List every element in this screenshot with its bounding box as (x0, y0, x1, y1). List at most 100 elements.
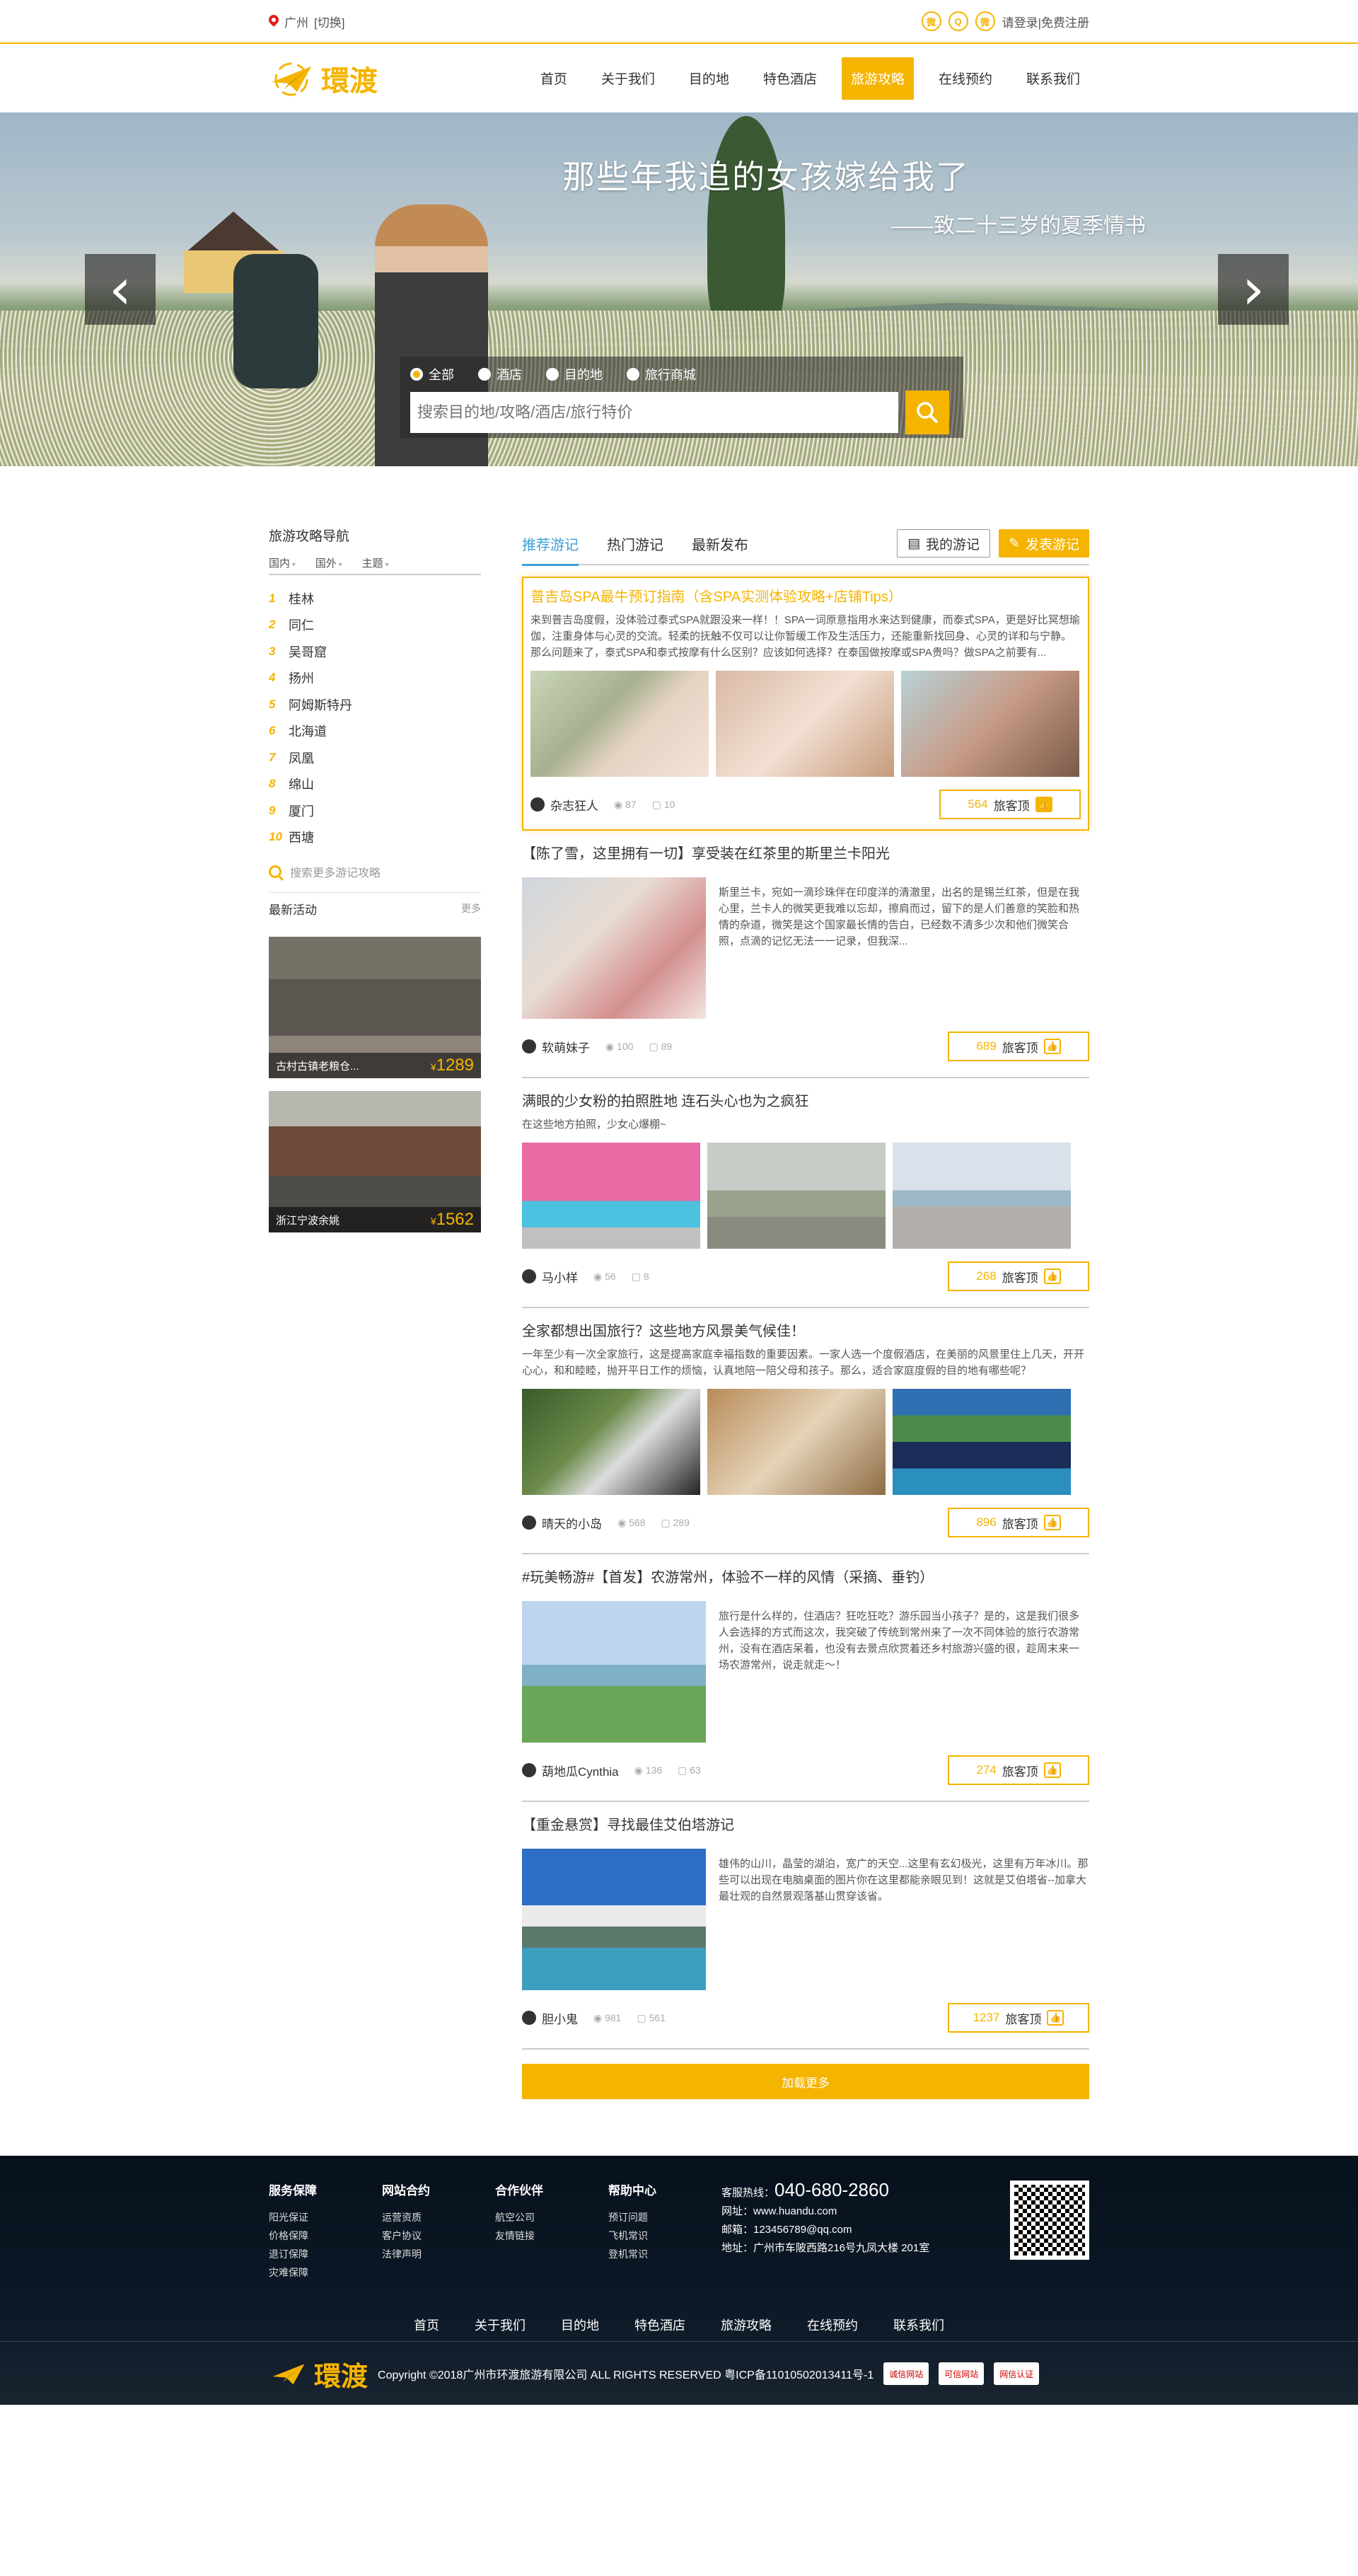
author-name[interactable]: 晴天的小岛 (542, 1514, 602, 1532)
load-more-button[interactable]: 加载更多 (522, 2064, 1089, 2099)
post-item[interactable]: 满眼的少女粉的拍照胜地 连石头心也为之疯狂 在这些地方拍照，少女心爆棚~ 马小样… (522, 1078, 1089, 1308)
footer-column-partners: 合作伙伴 航空公司 友情链接 (495, 2181, 608, 2282)
author-name[interactable]: 葫地瓜Cynthia (542, 1762, 619, 1779)
wechat-icon[interactable]: 微 (975, 11, 995, 31)
footer-link[interactable]: 退订保障 (269, 2245, 382, 2263)
post-item[interactable]: 全家都想出国旅行？这些地方风景美气候佳！ 一年至少有一次全家旅行，这是提高家庭幸… (522, 1308, 1089, 1554)
view-count: ◉ 56 (593, 1270, 616, 1282)
post-excerpt: 斯里兰卡，宛如一滴珍珠伴在印度洋的清澈里，出名的是锡兰红茶，但是在我心里，兰卡人… (719, 886, 1080, 947)
post-item[interactable]: #玩美畅游#【首发】农游常州，体验不一样的风情（采摘、垂钓） 旅行是什么样的，住… (522, 1554, 1089, 1802)
search-type-destination[interactable]: 目的地 (546, 365, 603, 383)
website-url: 网址：www.huandu.com (721, 2205, 837, 2217)
author-name[interactable]: 马小样 (542, 1268, 578, 1286)
post-item[interactable]: 【陈了雪，这里拥有一切】享受装在红茶里的斯里兰卡阳光 斯里兰卡，宛如一滴珍珠伴在… (522, 831, 1089, 1078)
tab-latest[interactable]: 最新发布 (692, 522, 748, 565)
post-item[interactable]: 【重金悬赏】寻找最佳艾伯塔游记 雄伟的山川，晶莹的湖泊，宽广的天空...这里有玄… (522, 1802, 1089, 2050)
featured-post[interactable]: 普吉岛SPA最牛预订指南（含SPA实测体验攻略+店铺Tips） 来到普吉岛度假，… (522, 577, 1089, 831)
nav-contact[interactable]: 联系我们 (1017, 57, 1089, 100)
search-type-mall[interactable]: 旅行商城 (627, 365, 696, 383)
post-title[interactable]: 满眼的少女粉的拍照胜地 连石头心也为之疯狂 (522, 1091, 1089, 1112)
list-item[interactable]: 10 西塘 (269, 824, 481, 851)
footer-link[interactable]: 登机常识 (608, 2245, 721, 2263)
trust-badge[interactable]: 可信网站 (939, 2362, 985, 2385)
nav-booking[interactable]: 在线预约 (929, 57, 1002, 100)
footer-nav-guides[interactable]: 旅游攻略 (721, 2316, 772, 2334)
like-button[interactable]: 268 旅客顶 👍 (948, 1261, 1089, 1291)
like-button[interactable]: 1237 旅客顶 👍 (948, 2003, 1089, 2033)
search-type-hotel[interactable]: 酒店 (478, 365, 522, 383)
post-title[interactable]: #玩美畅游#【首发】农游常州，体验不一样的风情（采摘、垂钓） (522, 1567, 1089, 1588)
list-item[interactable]: 8 绵山 (269, 771, 481, 798)
footer-nav-home[interactable]: 首页 (414, 2316, 439, 2334)
footer-nav-hotels[interactable]: 特色酒店 (634, 2316, 685, 2334)
footer-link[interactable]: 飞机常识 (608, 2226, 721, 2245)
footer-link[interactable]: 友情链接 (495, 2226, 608, 2245)
author-name[interactable]: 杂志狂人 (550, 796, 598, 814)
banner-title: 那些年我追的女孩嫁给我了 (562, 158, 970, 195)
register-link[interactable]: 免费注册 (1041, 16, 1089, 30)
list-item[interactable]: 4 扬州 (269, 665, 481, 692)
nav-travel-guides[interactable]: 旅游攻略 (841, 57, 914, 100)
list-item[interactable]: 7 凤凰 (269, 744, 481, 771)
publish-note-button[interactable]: ✎ 发表游记 (999, 529, 1089, 558)
activities-more-link[interactable]: 更多 (461, 901, 481, 916)
comment-count: ▢ 89 (649, 1040, 673, 1052)
location-pin-icon (269, 15, 279, 28)
weibo-icon[interactable]: 微 (921, 11, 941, 31)
like-button[interactable]: 689 旅客顶 👍 (948, 1032, 1089, 1061)
qq-icon[interactable]: Q (948, 11, 968, 31)
activity-card[interactable]: 浙江宁波余姚 ¥1562 (269, 1091, 481, 1232)
footer-link[interactable]: 预订问题 (608, 2208, 721, 2226)
search-button[interactable] (905, 391, 949, 434)
nav-home[interactable]: 首页 (531, 57, 576, 100)
switch-city-link[interactable]: [切换] (314, 13, 344, 30)
footer-link[interactable]: 航空公司 (495, 2208, 608, 2226)
like-button[interactable]: 564 旅客顶 👍 (939, 790, 1081, 819)
footer-nav-destinations[interactable]: 目的地 (561, 2316, 599, 2334)
footer-nav-contact[interactable]: 联系我们 (893, 2316, 944, 2334)
footer-link[interactable]: 灾难保障 (269, 2263, 382, 2282)
footer-link[interactable]: 法律声明 (382, 2245, 495, 2263)
tab-recommended[interactable]: 推荐游记 (522, 522, 579, 566)
list-item[interactable]: 6 北海道 (269, 718, 481, 745)
list-item[interactable]: 9 厦门 (269, 797, 481, 824)
filter-theme[interactable]: 主题 (362, 555, 389, 570)
author-name[interactable]: 胆小鬼 (542, 2009, 578, 2027)
activity-card[interactable]: 古村古镇老粮仓... ¥1289 (269, 937, 481, 1078)
tab-popular[interactable]: 热门游记 (607, 522, 663, 565)
footer-link[interactable]: 运营资质 (382, 2208, 495, 2226)
banner-next-button[interactable]: › (1218, 254, 1289, 325)
author-name[interactable]: 软萌妹子 (542, 1038, 590, 1056)
search-input[interactable] (410, 392, 898, 433)
footer-link[interactable]: 客户协议 (382, 2226, 495, 2245)
my-notes-button[interactable]: ▤ 我的游记 (897, 529, 991, 558)
footer-nav-about[interactable]: 关于我们 (475, 2316, 526, 2334)
nav-hotels[interactable]: 特色酒店 (754, 57, 826, 100)
login-link[interactable]: 请登录 (1002, 16, 1038, 30)
post-title[interactable]: 全家都想出国旅行？这些地方风景美气候佳！ (522, 1321, 1089, 1342)
banner-prev-button[interactable]: ‹ (85, 254, 156, 325)
location-selector[interactable]: 广州 [切换] (269, 13, 344, 30)
nav-destinations[interactable]: 目的地 (680, 57, 738, 100)
trust-badge[interactable]: 诚信网站 (883, 2362, 929, 2385)
post-title[interactable]: 普吉岛SPA最牛预订指南（含SPA实测体验攻略+店铺Tips） (530, 587, 1081, 608)
list-item[interactable]: 3 吴哥窟 (269, 638, 481, 665)
site-logo[interactable]: 環渡 (269, 58, 378, 99)
footer-link[interactable]: 阳光保证 (269, 2208, 382, 2226)
list-item[interactable]: 5 阿姆斯特丹 (269, 691, 481, 718)
thumbs-up-icon: 👍 (1035, 797, 1052, 812)
post-title[interactable]: 【重金悬赏】寻找最佳艾伯塔游记 (522, 1815, 1089, 1836)
footer-link[interactable]: 价格保障 (269, 2226, 382, 2245)
footer-nav-booking[interactable]: 在线预约 (807, 2316, 858, 2334)
like-button[interactable]: 896 旅客顶 👍 (948, 1508, 1089, 1537)
like-button[interactable]: 274 旅客顶 👍 (948, 1755, 1089, 1785)
list-item[interactable]: 1 桂林 (269, 585, 481, 612)
search-more-guides[interactable]: 搜索更多游记攻略 (269, 850, 481, 893)
search-type-all[interactable]: 全部 (410, 365, 454, 383)
filter-abroad[interactable]: 国外 (315, 555, 342, 570)
filter-domestic[interactable]: 国内 (269, 555, 296, 570)
trust-badge[interactable]: 网信认证 (994, 2362, 1040, 2385)
nav-about[interactable]: 关于我们 (592, 57, 664, 100)
list-item[interactable]: 2 同仁 (269, 612, 481, 639)
post-title[interactable]: 【陈了雪，这里拥有一切】享受装在红茶里的斯里兰卡阳光 (522, 843, 1089, 865)
